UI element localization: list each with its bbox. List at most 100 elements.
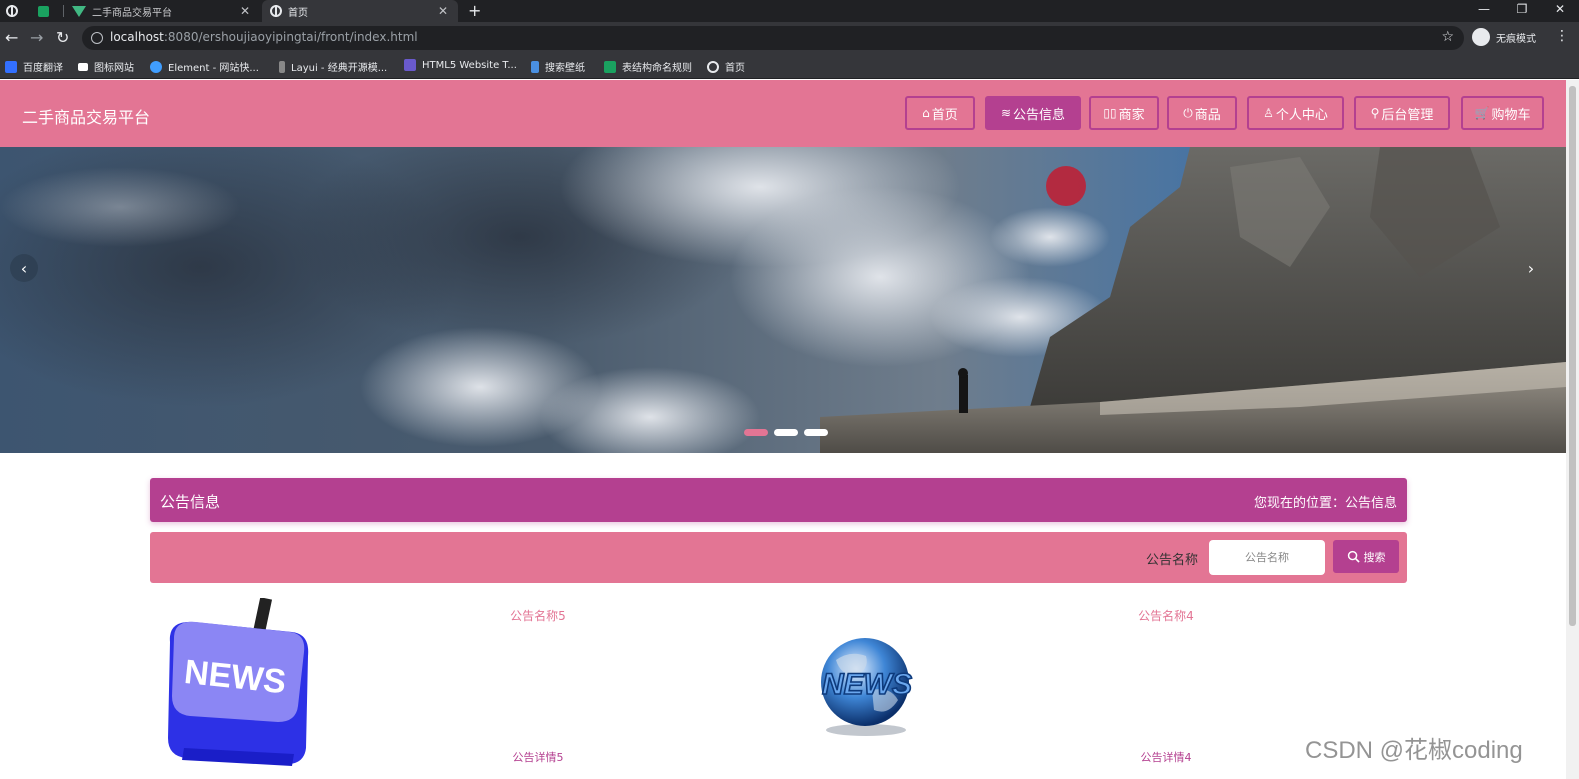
back-arrow-icon[interactable]: ← bbox=[5, 29, 18, 47]
layui-icon bbox=[279, 60, 285, 73]
globe-icon bbox=[707, 60, 719, 73]
page-scrollbar[interactable] bbox=[1566, 80, 1579, 779]
bookmark-label: 百度翻译 bbox=[23, 63, 63, 74]
incognito-icon bbox=[1472, 28, 1490, 46]
nav-admin[interactable]: ⚲ 后台管理 bbox=[1354, 96, 1450, 130]
cart-icon: 🛒 bbox=[1474, 106, 1490, 120]
star-icon[interactable]: ☆ bbox=[1441, 29, 1454, 45]
close-icon[interactable]: ✕ bbox=[240, 3, 250, 19]
search-label: 公告名称 bbox=[1146, 553, 1199, 568]
reload-icon[interactable]: ↻ bbox=[56, 29, 69, 47]
url-text[interactable]: localhost:8080/ershoujiaoyipingtai/front… bbox=[110, 30, 418, 44]
search-button[interactable]: 搜索 bbox=[1333, 540, 1399, 573]
watermark: CSDN @花椒coding bbox=[1305, 737, 1523, 764]
wallpaper-icon bbox=[531, 60, 539, 73]
nav-notices[interactable]: ≋ 公告信息 bbox=[985, 96, 1081, 130]
carousel-dot[interactable] bbox=[744, 429, 768, 436]
bookmarks-bar: 百度翻译 图标网站 Element - 网站快... Layui - 经典开源模… bbox=[0, 54, 1579, 79]
pinned-tab-2[interactable] bbox=[38, 0, 58, 22]
html5-icon bbox=[404, 59, 416, 71]
kebab-menu-icon[interactable]: ⋮ bbox=[1555, 29, 1569, 43]
vue-icon bbox=[72, 5, 86, 17]
news-card[interactable]: NEWS 公告名称5 公告详情5 bbox=[150, 598, 778, 779]
search-button-label: 搜索 bbox=[1363, 550, 1386, 564]
bookmark-item[interactable]: Layui - 经典开源模... bbox=[279, 59, 387, 74]
power-icon: ⏻ bbox=[1183, 105, 1193, 120]
nav-label: 购物车 bbox=[1491, 107, 1531, 123]
news-detail[interactable]: 公告详情5 bbox=[458, 749, 618, 765]
globe-icon bbox=[6, 5, 18, 17]
info-icon[interactable] bbox=[91, 32, 103, 44]
close-icon[interactable]: ✕ bbox=[438, 3, 448, 19]
scrollbar-thumb[interactable] bbox=[1569, 86, 1576, 626]
news-detail[interactable]: 公告详情4 bbox=[1086, 749, 1246, 765]
new-tab-button[interactable]: + bbox=[468, 1, 481, 21]
tab-platform[interactable]: 二手商品交易平台 ✕ bbox=[72, 0, 260, 22]
carousel-next-button[interactable]: › bbox=[1517, 254, 1545, 282]
breadcrumb-location: 您现在的位置：公告信息 bbox=[1253, 496, 1397, 511]
bookmark-item[interactable]: 图标网站 bbox=[78, 59, 134, 74]
tab-title: 首页 bbox=[288, 7, 308, 19]
minimize-icon[interactable]: — bbox=[1465, 0, 1503, 22]
tab-home[interactable]: 首页 ✕ bbox=[262, 0, 458, 22]
bookmark-label: Layui - 经典开源模... bbox=[291, 63, 388, 74]
sheet-icon bbox=[38, 5, 49, 17]
window-controls: — ❐ ✕ bbox=[1465, 0, 1579, 22]
bookmark-label: Element - 网站快... bbox=[168, 63, 259, 74]
bookmark-item[interactable]: 百度翻译 bbox=[5, 59, 63, 74]
bookmark-item[interactable]: HTML5 Website T... bbox=[404, 59, 517, 71]
nav-label: 商品 bbox=[1194, 107, 1221, 123]
home-icon: ⌂ bbox=[922, 106, 930, 120]
translate-icon bbox=[5, 60, 17, 73]
bookmark-item[interactable]: Element - 网站快... bbox=[150, 59, 259, 74]
close-window-icon[interactable]: ✕ bbox=[1541, 0, 1579, 22]
browser-toolbar: ← → ↻ localhost:8080/ershoujiaoyipingtai… bbox=[0, 22, 1579, 54]
bookmark-item[interactable]: 表结构命名规则 bbox=[604, 59, 692, 74]
search-icon bbox=[1347, 550, 1360, 563]
globe-icon bbox=[270, 5, 282, 17]
bookmark-label: 表结构命名规则 bbox=[622, 63, 692, 74]
nav-products[interactable]: ⏻ 商品 bbox=[1167, 96, 1237, 130]
bookmark-label: HTML5 Website T... bbox=[422, 59, 517, 71]
site-header: 二手商品交易平台 ⌂ 首页 ≋ 公告信息 ▯▯ 商家 ⏻ 商品 ♙ 个人中心 ⚲… bbox=[0, 80, 1566, 147]
bookmark-item[interactable]: 首页 bbox=[707, 59, 745, 74]
bookmark-label: 搜索壁纸 bbox=[545, 63, 585, 74]
news-title[interactable]: 公告名称4 bbox=[1086, 607, 1246, 624]
nav-merchants[interactable]: ▯▯ 商家 bbox=[1089, 96, 1159, 130]
bookmark-item[interactable]: 搜索壁纸 bbox=[531, 59, 585, 74]
nav-label: 后台管理 bbox=[1381, 107, 1434, 123]
search-bar: 公告名称 搜索 bbox=[150, 532, 1407, 583]
svg-text:NEWS: NEWS bbox=[822, 668, 912, 701]
news-key-image[interactable]: NEWS bbox=[164, 598, 314, 768]
incognito-label: 无痕模式 bbox=[1496, 33, 1536, 45]
carousel-dot[interactable] bbox=[774, 429, 798, 436]
table-icon bbox=[604, 60, 616, 73]
nav-cart[interactable]: 🛒 购物车 bbox=[1461, 96, 1544, 130]
nav-profile[interactable]: ♙ 个人中心 bbox=[1247, 96, 1344, 130]
banner-carousel[interactable]: ‹ › bbox=[0, 147, 1566, 453]
url-path: :8080/ershoujiaoyipingtai/front/index.ht… bbox=[163, 30, 418, 44]
breadcrumb-bar: 公告信息 您现在的位置：公告信息 bbox=[150, 478, 1407, 522]
carousel-prev-button[interactable]: ‹ bbox=[10, 254, 38, 282]
layers-icon: ≋ bbox=[1000, 106, 1012, 120]
pinned-tab[interactable] bbox=[6, 0, 26, 22]
site-title: 二手商品交易平台 bbox=[22, 108, 151, 127]
banner-image bbox=[0, 147, 1566, 453]
news-globe-image[interactable]: NEWS bbox=[810, 630, 920, 740]
nav-home[interactable]: ⌂ 首页 bbox=[905, 96, 975, 130]
element-icon bbox=[150, 60, 162, 73]
carousel-dot[interactable] bbox=[804, 429, 828, 436]
url-host: localhost bbox=[110, 30, 164, 44]
news-title[interactable]: 公告名称5 bbox=[458, 607, 618, 624]
bookmark-label: 首页 bbox=[725, 63, 745, 74]
tab-title: 二手商品交易平台 bbox=[92, 7, 172, 19]
search-input[interactable] bbox=[1209, 540, 1325, 575]
restore-icon[interactable]: ❐ bbox=[1503, 0, 1541, 22]
forward-arrow-icon[interactable]: → bbox=[30, 29, 43, 47]
nav-label: 个人中心 bbox=[1275, 107, 1328, 123]
flag-icon bbox=[78, 62, 88, 71]
incognito-indicator[interactable]: 无痕模式 bbox=[1472, 28, 1536, 46]
cursor-highlight bbox=[1046, 166, 1086, 206]
address-bar[interactable]: localhost:8080/ershoujiaoyipingtai/front… bbox=[82, 26, 1464, 50]
carousel-indicators bbox=[744, 429, 834, 436]
